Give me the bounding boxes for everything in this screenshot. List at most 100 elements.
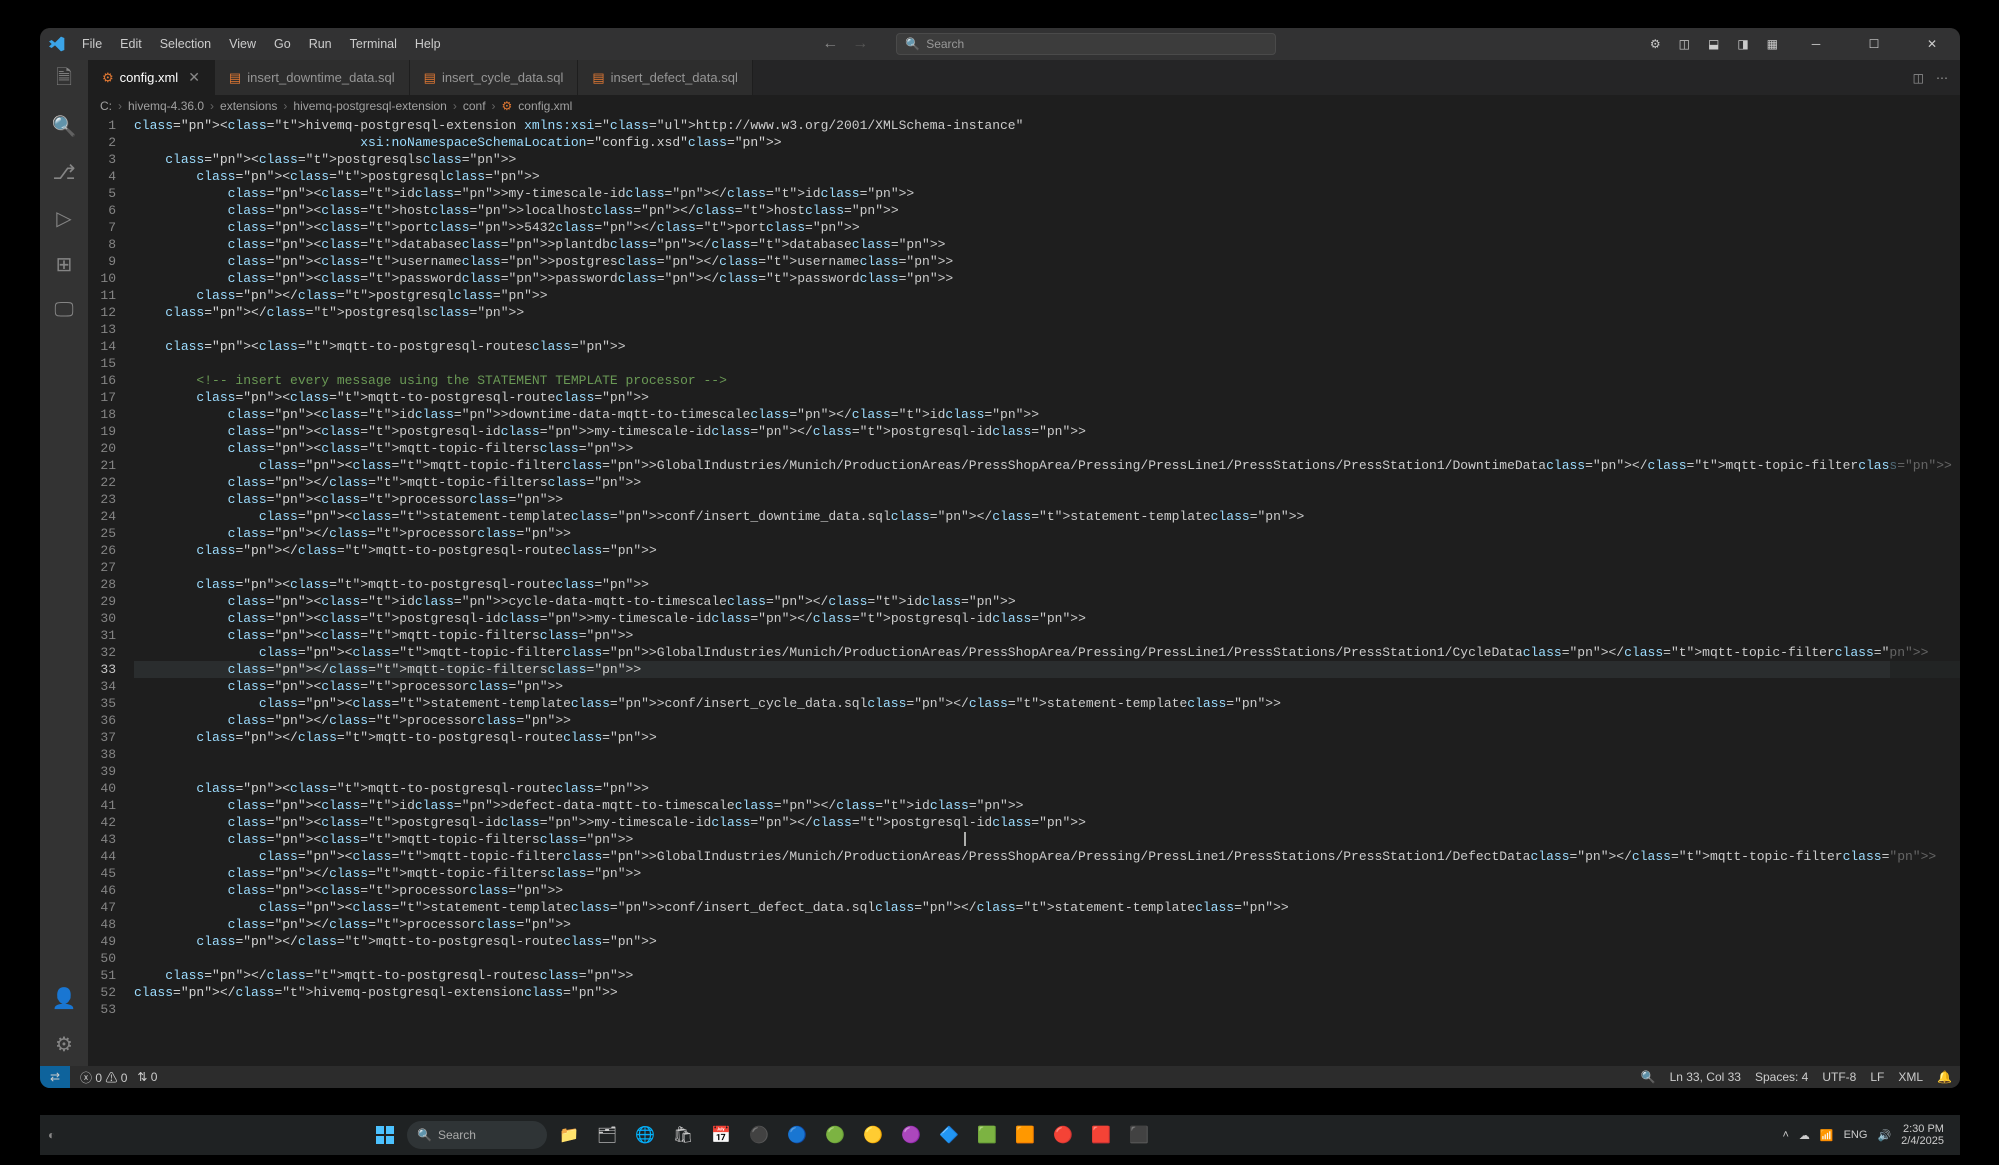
problems-indicator[interactable]: ⓧ 0 ⚠ 0 <box>80 1069 127 1086</box>
calendar-icon[interactable]: 📅 <box>705 1119 737 1151</box>
sql-file-icon: ▤ <box>424 70 436 86</box>
browser-loading-icon[interactable]: ◐ <box>48 1128 55 1142</box>
search-placeholder: Search <box>926 37 964 51</box>
minimize-button[interactable]: ─ <box>1796 37 1836 51</box>
line-numbers: 1234567891011121314151617181920212223242… <box>88 117 134 1066</box>
copilot-icon[interactable]: ⚙ <box>1650 37 1661 51</box>
language-mode[interactable]: XML <box>1898 1070 1923 1084</box>
settings-gear-icon[interactable]: ⚙ <box>52 1032 76 1056</box>
menu-help[interactable]: Help <box>407 33 449 55</box>
language-indicator[interactable]: ENG <box>1844 1129 1868 1141</box>
file-icon: ⚙ <box>502 99 513 113</box>
bc-seg[interactable]: C: <box>100 99 112 113</box>
menu-run[interactable]: Run <box>301 33 340 55</box>
app-icon[interactable]: 🔵 <box>781 1119 813 1151</box>
close-button[interactable]: ✕ <box>1912 37 1952 51</box>
chrome-icon[interactable]: 🟡 <box>857 1119 889 1151</box>
titlebar: File Edit Selection View Go Run Terminal… <box>40 28 1960 60</box>
activity-bar: 🗎 🔍 ⎇ ▷ ⊞ 🖵 👤 ⚙ <box>40 60 88 1066</box>
terminal-task-icon[interactable]: ⬛ <box>1123 1119 1155 1151</box>
store-icon[interactable]: 🛍 <box>667 1119 699 1151</box>
taskbar-search-placeholder: Search <box>438 1128 476 1142</box>
edge-icon[interactable]: 🌐 <box>629 1119 661 1151</box>
layout-toggle-bottom-icon[interactable]: ⬓ <box>1708 37 1719 51</box>
menubar: File Edit Selection View Go Run Terminal… <box>74 33 449 55</box>
accounts-icon[interactable]: 👤 <box>52 986 76 1010</box>
app-icon-4[interactable]: 🔴 <box>1047 1119 1079 1151</box>
ln-col[interactable]: Ln 33, Col 33 <box>1670 1070 1741 1084</box>
start-button[interactable] <box>369 1119 401 1151</box>
eol[interactable]: LF <box>1870 1070 1884 1084</box>
layout-toggle-left-icon[interactable]: ◫ <box>1679 37 1690 51</box>
clock[interactable]: 2:30 PM 2/4/2025 <box>1901 1123 1944 1147</box>
minimap[interactable] <box>1890 117 1960 1066</box>
obs-icon[interactable]: ⚫ <box>743 1119 775 1151</box>
excel-icon[interactable]: 🟩 <box>971 1119 1003 1151</box>
source-control-icon[interactable]: ⎇ <box>52 160 76 184</box>
bc-seg[interactable]: conf <box>463 99 486 113</box>
tab-label: insert_downtime_data.sql <box>247 70 394 85</box>
tab-insert-cycle[interactable]: ▤ insert_cycle_data.sql <box>410 60 579 95</box>
run-debug-icon[interactable]: ▷ <box>52 206 76 230</box>
menu-selection[interactable]: Selection <box>152 33 219 55</box>
search-activity-icon[interactable]: 🔍 <box>52 114 76 138</box>
bc-seg[interactable]: extensions <box>220 99 277 113</box>
close-icon[interactable]: ✕ <box>188 69 200 86</box>
menu-view[interactable]: View <box>221 33 264 55</box>
visual-studio-icon[interactable]: 🟣 <box>895 1119 927 1151</box>
tab-insert-defect[interactable]: ▤ insert_defect_data.sql <box>578 60 753 95</box>
layout-toggle-right-icon[interactable]: ◨ <box>1737 37 1748 51</box>
menu-go[interactable]: Go <box>266 33 299 55</box>
taskbar-search[interactable]: 🔍 Search <box>407 1121 547 1149</box>
menu-terminal[interactable]: Terminal <box>342 33 405 55</box>
nav-forward-icon[interactable]: → <box>852 35 868 53</box>
nav-back-icon[interactable]: ← <box>822 35 838 53</box>
nav-arrows: ← → <box>822 35 868 53</box>
extensions-icon[interactable]: ⊞ <box>52 252 76 276</box>
more-actions-icon[interactable]: ⋯ <box>1936 71 1948 85</box>
tab-label: insert_cycle_data.sql <box>442 70 563 85</box>
tab-label: insert_defect_data.sql <box>611 70 738 85</box>
remote-indicator[interactable]: ⇄ <box>40 1066 70 1088</box>
sql-file-icon: ▤ <box>592 70 604 86</box>
file-explorer-icon[interactable]: 📁 <box>553 1119 585 1151</box>
remote-explorer-icon[interactable]: 🖵 <box>52 298 76 322</box>
maximize-button[interactable]: ☐ <box>1854 37 1894 51</box>
bc-seg[interactable]: config.xml <box>518 99 572 113</box>
layout-customize-icon[interactable]: ▦ <box>1767 37 1778 51</box>
chevron-up-icon[interactable]: ˄ <box>1782 1129 1788 1141</box>
tab-insert-downtime[interactable]: ▤ insert_downtime_data.sql <box>215 60 410 95</box>
volume-icon[interactable]: 🔊 <box>1877 1129 1891 1142</box>
statusbar: ⇄ ⓧ 0 ⚠ 0 ⇅ 0 🔍 Ln 33, Col 33 Spaces: 4 … <box>40 1066 1960 1088</box>
ports-indicator[interactable]: ⇅ 0 <box>137 1070 157 1084</box>
spaces[interactable]: Spaces: 4 <box>1755 1070 1808 1084</box>
windows-taskbar: ◐ 🔍 Search 📁 🗂 🌐 🛍 📅 ⚫ 🔵 🟢 🟡 🟣 🔷 🟩 🟧 🔴 🟥… <box>40 1115 1960 1155</box>
network-icon[interactable]: 📶 <box>1820 1129 1834 1142</box>
menu-edit[interactable]: Edit <box>112 33 150 55</box>
system-tray: ˄ ☁ 📶 ENG 🔊 2:30 PM 2/4/2025 <box>1782 1123 1952 1147</box>
bc-seg[interactable]: hivemq-4.36.0 <box>128 99 204 113</box>
bc-seg[interactable]: hivemq-postgresql-extension <box>293 99 446 113</box>
folder-icon[interactable]: 🗂 <box>591 1119 623 1151</box>
editor-tabs: ⚙ config.xml ✕ ▤ insert_downtime_data.sq… <box>88 60 1960 95</box>
app-icon-5[interactable]: 🟥 <box>1085 1119 1117 1151</box>
explorer-icon[interactable]: 🗎 <box>52 68 76 92</box>
encoding[interactable]: UTF-8 <box>1822 1070 1856 1084</box>
zoom-icon[interactable]: 🔍 <box>1641 1070 1656 1084</box>
search-icon: 🔍 <box>417 1128 432 1142</box>
breadcrumb[interactable]: C:› hivemq-4.36.0› extensions› hivemq-po… <box>88 95 1960 117</box>
tab-label: config.xml <box>120 70 179 85</box>
split-editor-icon[interactable]: ◫ <box>1913 71 1924 85</box>
sql-file-icon: ▤ <box>229 70 241 86</box>
command-center-search[interactable]: 🔍 Search <box>896 33 1276 55</box>
app-icon-2[interactable]: 🟢 <box>819 1119 851 1151</box>
vscode-task-icon[interactable]: 🔷 <box>933 1119 965 1151</box>
vscode-logo-icon <box>48 35 66 53</box>
notifications-icon[interactable]: 🔔 <box>1937 1070 1952 1084</box>
menu-file[interactable]: File <box>74 33 110 55</box>
tab-config-xml[interactable]: ⚙ config.xml ✕ <box>88 60 215 95</box>
editor[interactable]: 1234567891011121314151617181920212223242… <box>88 117 1960 1066</box>
app-icon-3[interactable]: 🟧 <box>1009 1119 1041 1151</box>
onedrive-icon[interactable]: ☁ <box>1799 1129 1810 1142</box>
code-area[interactable]: class="pn"><class="t">hivemq-postgresql-… <box>134 117 1960 1066</box>
